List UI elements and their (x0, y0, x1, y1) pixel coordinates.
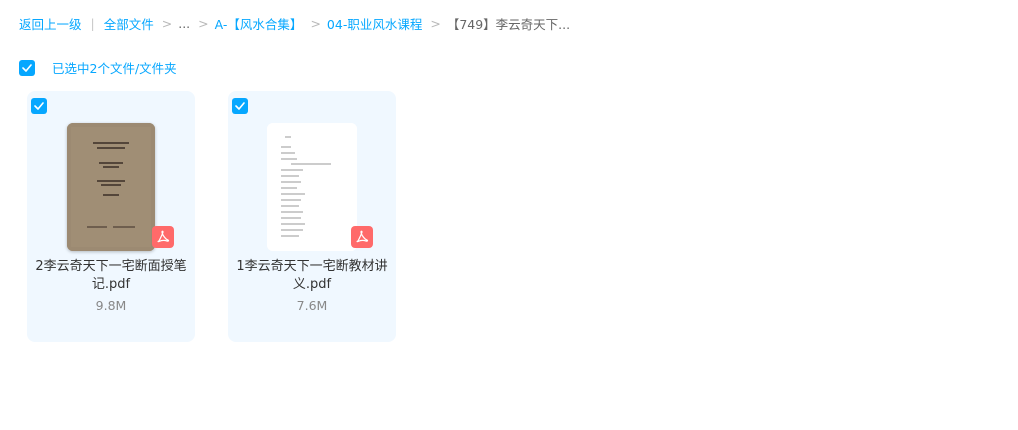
file-checkbox[interactable] (232, 98, 248, 114)
file-name[interactable]: 1李云奇天下一宅断教材讲义.pdf (236, 258, 388, 294)
pdf-icon (351, 226, 373, 248)
breadcrumb-folder-fengshui[interactable]: A-【风水合集】 (215, 14, 303, 33)
back-link[interactable]: 返回上一级 (19, 14, 82, 33)
chevron-right-icon: > (161, 15, 173, 31)
file-checkbox[interactable] (31, 98, 47, 114)
breadcrumb-current: 【749】李云奇天下... (446, 16, 571, 32)
file-card[interactable]: 2李云奇天下一宅断面授笔记.pdf 9.8M (27, 91, 195, 342)
pdf-icon (152, 226, 174, 248)
chevron-right-icon: > (310, 15, 321, 31)
checkmark-icon (22, 63, 32, 72)
breadcrumb-ellipsis[interactable]: ... (178, 16, 190, 31)
breadcrumb: 返回上一级 | 全部文件 > ... > A-【风水合集】 > 04-职业风水课… (19, 14, 570, 32)
chevron-right-icon: > (198, 15, 209, 31)
checkmark-icon (235, 102, 245, 110)
file-thumbnail (267, 123, 357, 251)
selection-bar: 已选中2个文件/文件夹 (19, 58, 177, 77)
select-all-checkbox[interactable] (19, 59, 35, 76)
separator: | (90, 15, 95, 31)
checkmark-icon (34, 102, 44, 110)
breadcrumb-folder-course[interactable]: 04-职业风水课程 (327, 14, 422, 33)
file-card[interactable]: 1李云奇天下一宅断教材讲义.pdf 7.6M (228, 91, 396, 342)
file-name[interactable]: 2李云奇天下一宅断面授笔记.pdf (35, 258, 187, 294)
file-size: 9.8M (95, 298, 127, 313)
chevron-right-icon: > (430, 15, 441, 31)
breadcrumb-all-files[interactable]: 全部文件 (104, 14, 154, 33)
file-thumbnail (67, 123, 155, 251)
selection-count-text: 已选中2个文件/文件夹 (52, 61, 177, 76)
file-size: 7.6M (296, 298, 328, 313)
